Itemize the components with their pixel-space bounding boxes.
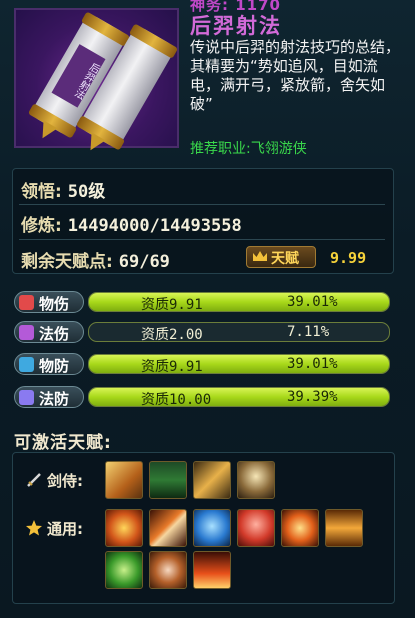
scroll-band-top — [80, 11, 131, 47]
stat-bar: 资质10.00 39.39% — [88, 387, 390, 407]
stat-quality: 资质9.91 — [141, 359, 203, 374]
stat-percent: 39.01% — [287, 294, 338, 310]
stat-percent: 39.39% — [287, 389, 338, 405]
talent-button[interactable]: 天赋 — [246, 246, 316, 268]
common-row-label: 通用: — [47, 520, 83, 538]
talent-icon[interactable] — [149, 551, 187, 589]
talent-icon[interactable] — [325, 509, 363, 547]
divider — [19, 239, 385, 240]
comprehension-value: 50级 — [67, 182, 106, 202]
scroll-band-top — [128, 23, 179, 59]
stat-bar-fill — [89, 388, 389, 406]
talent-icon[interactable] — [281, 509, 319, 547]
magic-icon — [19, 325, 34, 340]
stat-label-pill: 法防 — [14, 386, 84, 408]
talent-icon[interactable] — [105, 461, 143, 499]
talent-icon[interactable] — [193, 509, 231, 547]
talents-title: 可激活天赋: — [14, 433, 112, 453]
stat-name: 法防 — [39, 390, 70, 408]
stat-label-pill: 物伤 — [14, 291, 84, 313]
stat-percent: 7.11% — [287, 324, 330, 340]
skill-title: 后羿射法 — [190, 14, 282, 38]
talent-icon[interactable] — [105, 509, 143, 547]
comprehension-label: 领悟: — [21, 182, 62, 202]
training-value: 14494000/14493558 — [67, 216, 242, 236]
stat-quality: 资质9.91 — [141, 297, 203, 312]
sword-row-label: 剑侍: — [47, 472, 83, 490]
stat-name: 物伤 — [39, 295, 70, 313]
stat-percent: 39.01% — [287, 356, 338, 372]
recommended-class: 推荐职业:飞翎游侠 — [190, 141, 307, 157]
stat-bar-fill — [89, 355, 389, 373]
stat-bar-fill — [89, 293, 389, 311]
star-icon — [26, 520, 42, 536]
stat-name: 物防 — [39, 357, 70, 375]
crown-icon — [253, 251, 267, 261]
sword-icon — [19, 295, 34, 310]
stat-bar: 资质2.00 7.11% — [88, 322, 390, 342]
stat-magic-attack: 法伤 资质2.00 7.11% — [14, 321, 392, 345]
stat-magic-defense: 法防 资质10.00 39.39% — [14, 386, 392, 410]
stat-label-pill: 法伤 — [14, 321, 84, 343]
stat-quality: 资质10.00 — [141, 392, 212, 407]
currency-value: 9.99 — [330, 249, 367, 267]
stat-physical-defense: 物防 资质9.91 39.01% — [14, 353, 392, 377]
talent-icon[interactable] — [105, 551, 143, 589]
skill-icon: 后羿射法 — [14, 8, 179, 155]
skill-description: 传说中后羿的射法技巧的总结，其精要为“势如追风，目如流电，满开弓，紧放箭，舍矢如… — [190, 38, 401, 113]
stat-bar: 资质9.91 39.01% — [88, 292, 390, 312]
talent-points-label: 剩余天赋点: — [21, 252, 113, 272]
talent-icon[interactable] — [193, 461, 231, 499]
talent-button-label: 天赋 — [271, 251, 299, 267]
talents-box: 剑侍: 通用: — [12, 452, 395, 604]
talent-icon[interactable] — [149, 461, 187, 499]
stat-quality: 资质2.00 — [141, 327, 203, 342]
stat-name: 法伤 — [39, 325, 70, 343]
comprehension-row: 领悟: 50级 — [21, 177, 105, 202]
training-row: 修炼: 14494000/14493558 — [21, 211, 242, 236]
shield-icon — [19, 357, 34, 372]
talent-icon[interactable] — [237, 461, 275, 499]
training-label: 修炼: — [21, 216, 62, 236]
stat-physical-attack: 物伤 资质9.91 39.01% — [14, 291, 392, 315]
talent-icon[interactable] — [237, 509, 275, 547]
stat-bar: 资质9.91 39.01% — [88, 354, 390, 374]
stat-label-pill: 物防 — [14, 353, 84, 375]
magic-shield-icon — [19, 390, 34, 405]
talent-points-value: 69/69 — [118, 252, 170, 272]
divider — [19, 204, 385, 205]
talent-icon[interactable] — [149, 509, 187, 547]
talent-icon[interactable] — [193, 551, 231, 589]
skill-info-box: 领悟: 50级 修炼: 14494000/14493558 剩余天赋点: 69/… — [12, 168, 394, 274]
sword-icon — [27, 473, 41, 487]
talent-points-row: 剩余天赋点: 69/69 — [21, 247, 170, 272]
